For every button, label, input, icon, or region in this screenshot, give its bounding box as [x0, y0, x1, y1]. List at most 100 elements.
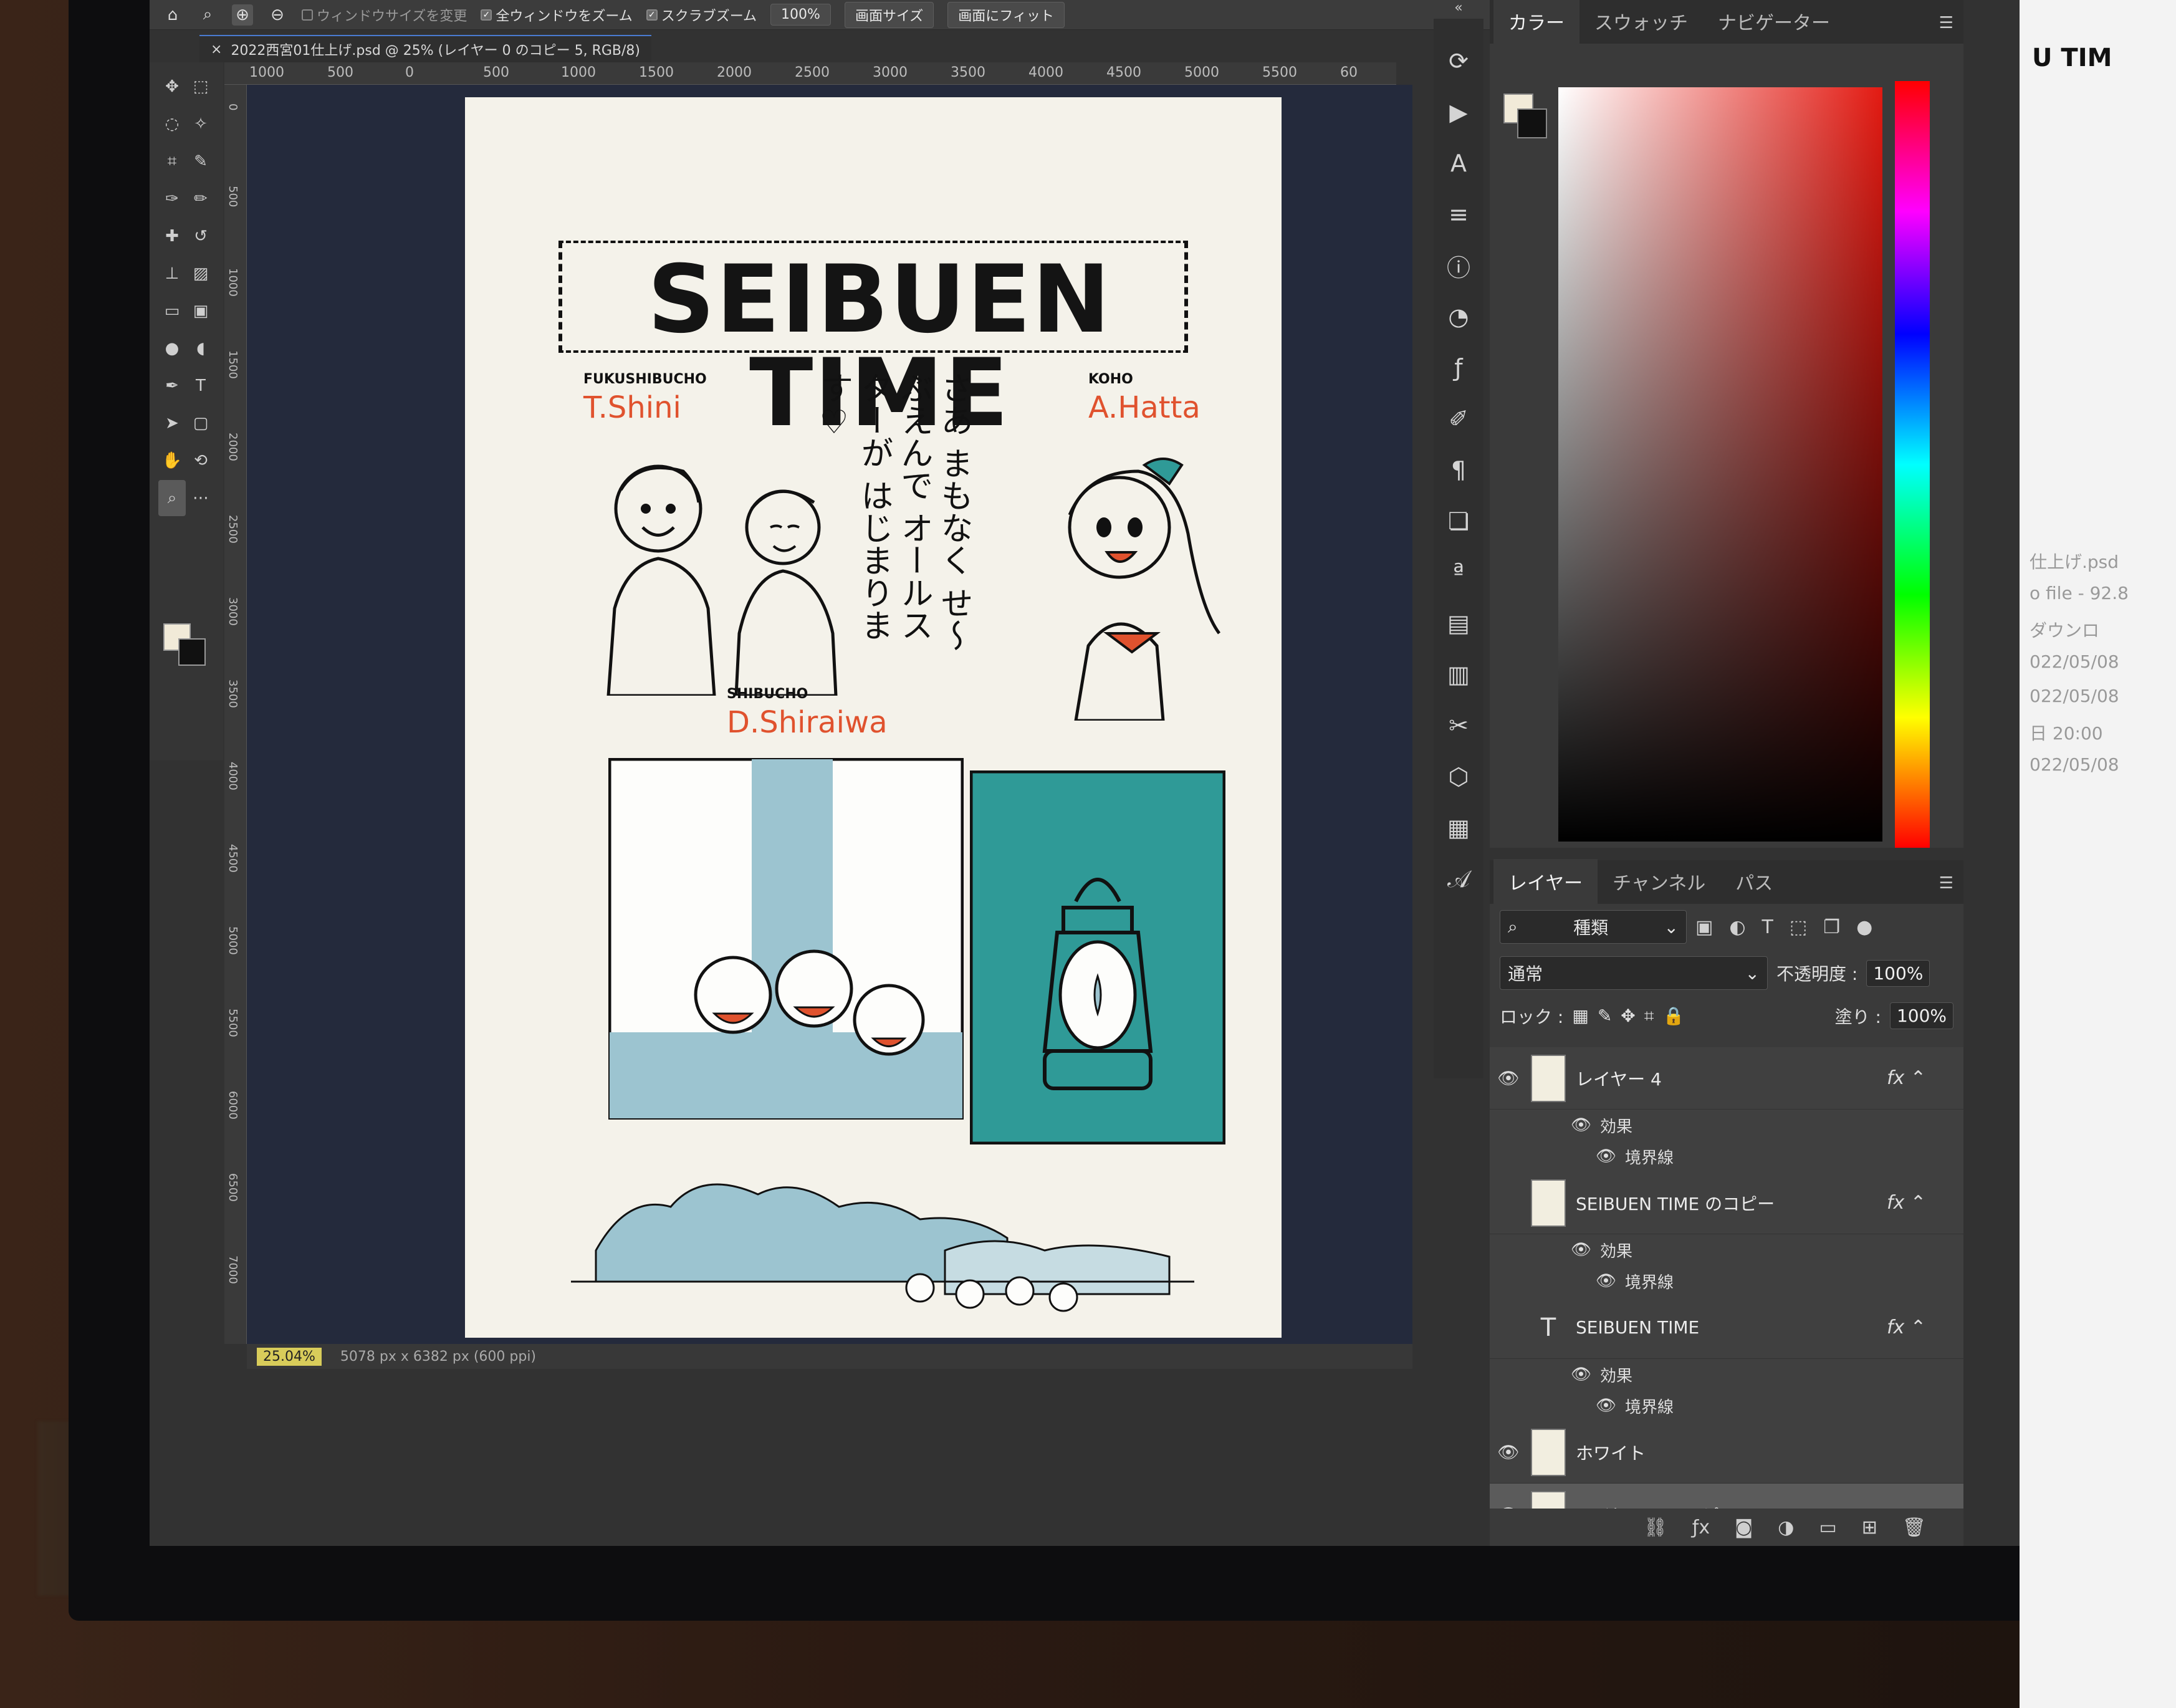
- opacity-input[interactable]: 100%: [1866, 959, 1930, 987]
- color-swatches[interactable]: [163, 623, 213, 673]
- visibility-eye-icon[interactable]: 👁: [1496, 1442, 1521, 1462]
- type-filter-icon[interactable]: T: [1762, 916, 1773, 938]
- shape-tool-icon[interactable]: ▢: [187, 405, 214, 441]
- shape-filter-icon[interactable]: ⬚: [1790, 916, 1807, 938]
- visibility-eye-icon[interactable]: 👁: [1571, 1240, 1591, 1259]
- visibility-eye-icon[interactable]: 👁: [1496, 1068, 1521, 1088]
- clone-source-icon[interactable]: ❏: [1441, 504, 1476, 539]
- layers-panel-menu-icon[interactable]: ☰: [1939, 874, 1953, 893]
- zoom-all-checkbox[interactable]: ✓ 全ウィンドウをズーム: [481, 5, 633, 25]
- dodge-tool-icon[interactable]: ◖: [187, 330, 214, 367]
- layer-row[interactable]: SEIBUEN TIME のコピー fx ⌃: [1490, 1172, 1963, 1234]
- visibility-eye-icon[interactable]: 👁: [1596, 1272, 1616, 1290]
- fill-input[interactable]: 100%: [1889, 1002, 1953, 1029]
- panel-menu-icon[interactable]: ☰: [1939, 14, 1953, 32]
- character-styles-icon[interactable]: ª: [1441, 555, 1476, 590]
- zoom-in-icon[interactable]: ⊕: [232, 4, 253, 26]
- tab-color[interactable]: カラー: [1493, 0, 1579, 44]
- blur-tool-icon[interactable]: ●: [158, 330, 186, 367]
- stamp-tool-icon[interactable]: ⊥: [158, 256, 186, 292]
- rotate-view-tool-icon[interactable]: ⟲: [187, 443, 214, 479]
- stroke-effect-row[interactable]: 👁 境界線: [1490, 1390, 1963, 1421]
- blend-mode-select[interactable]: 通常 ⌄: [1500, 956, 1768, 990]
- document-canvas[interactable]: SEIBUEN TIME FUKUSHIBUCHO T.Shini KOHO A…: [465, 97, 1282, 1338]
- adjustment-filter-icon[interactable]: ◐: [1729, 916, 1745, 938]
- background-color-swatch[interactable]: [1517, 108, 1547, 138]
- fill-tool-icon[interactable]: ▣: [187, 293, 214, 329]
- close-tab-icon[interactable]: ×: [211, 42, 222, 57]
- glyphs-icon[interactable]: 𝒜: [1441, 861, 1476, 896]
- marquee-tool-icon[interactable]: ⬚: [187, 69, 214, 105]
- pixel-filter-icon[interactable]: ▣: [1695, 916, 1713, 938]
- add-style-icon[interactable]: ƒx: [1692, 1517, 1710, 1538]
- document-tab[interactable]: × 2022西宮01仕上げ.psd @ 25% (レイヤー 0 のコピー 5, …: [199, 35, 651, 62]
- adjustments-icon[interactable]: ≡: [1441, 197, 1476, 232]
- lock-transparency-icon[interactable]: ▦: [1572, 1005, 1588, 1026]
- layer-effects-row[interactable]: 👁 効果: [1490, 1234, 1963, 1265]
- add-mask-icon[interactable]: ◙: [1735, 1517, 1753, 1538]
- layer-effects-row[interactable]: 👁 効果: [1490, 1110, 1963, 1141]
- notes-icon[interactable]: ▥: [1441, 657, 1476, 692]
- visibility-eye-icon[interactable]: 👁: [1571, 1365, 1591, 1384]
- gradient-tool-icon[interactable]: ▨: [187, 256, 214, 292]
- lock-position-icon[interactable]: ✥: [1621, 1005, 1635, 1026]
- brush-tool-icon[interactable]: ✑: [158, 181, 186, 217]
- more-tools-icon[interactable]: ⋯: [187, 480, 214, 516]
- path-select-tool-icon[interactable]: ➤: [158, 405, 186, 441]
- character-icon[interactable]: A: [1441, 146, 1476, 181]
- fit-screen-button[interactable]: 画面にフィット: [947, 1, 1065, 28]
- zoom-tool-icon[interactable]: ⌕: [158, 480, 186, 516]
- layer-effects-row[interactable]: 👁 効果: [1490, 1359, 1963, 1390]
- layer-name[interactable]: ホワイト: [1576, 1440, 1646, 1465]
- horizontal-ruler[interactable]: 1000 500 0 500 1000 1500 2000 2500 3000 3500 4000 4…: [224, 62, 1396, 85]
- color-field[interactable]: [1558, 87, 1882, 842]
- home-icon[interactable]: ⌂: [162, 4, 183, 26]
- eraser-tool-icon[interactable]: ▭: [158, 293, 186, 329]
- tool-presets-icon[interactable]: ✂: [1441, 708, 1476, 743]
- lock-all-icon[interactable]: 🔒: [1663, 1005, 1685, 1026]
- timeline-icon[interactable]: ▦: [1441, 810, 1476, 845]
- hand-tool-icon[interactable]: ✋: [158, 443, 186, 479]
- stroke-effect-row[interactable]: 👁 境界線: [1490, 1141, 1963, 1172]
- adjustment-layer-icon[interactable]: ◑: [1778, 1517, 1794, 1538]
- hue-slider[interactable]: [1895, 81, 1930, 848]
- info-icon[interactable]: ⓘ: [1441, 248, 1476, 283]
- zoom-out-icon[interactable]: ⊖: [267, 4, 288, 26]
- brush-settings-icon[interactable]: ✐: [1441, 401, 1476, 436]
- fx-icon[interactable]: fx ⌃: [1887, 1067, 1926, 1089]
- tab-layers[interactable]: レイヤー: [1493, 859, 1598, 904]
- pencil-tool-icon[interactable]: ✏: [187, 181, 214, 217]
- collapse-panels-icon[interactable]: «: [1434, 0, 1483, 16]
- lock-pixels-icon[interactable]: ✎: [1598, 1005, 1612, 1026]
- tab-paths[interactable]: パス: [1720, 859, 1788, 904]
- zoom-level[interactable]: 25.04%: [257, 1347, 322, 1366]
- tab-swatches[interactable]: スウォッチ: [1579, 0, 1703, 44]
- eyedropper-tool-icon[interactable]: ✎: [187, 143, 214, 180]
- fx-icon[interactable]: fx ⌃: [1887, 1317, 1926, 1338]
- actions-play-icon[interactable]: ▶: [1441, 95, 1476, 130]
- background-color[interactable]: [178, 638, 206, 666]
- properties-icon[interactable]: ◔: [1441, 299, 1476, 334]
- layer-row[interactable]: 👁 レイヤー 4 fx ⌃: [1490, 1047, 1963, 1110]
- crop-tool-icon[interactable]: ⌗: [158, 143, 186, 180]
- layer-name[interactable]: SEIBUEN TIME のコピー: [1576, 1191, 1775, 1216]
- stroke-effect-row[interactable]: 👁 境界線: [1490, 1265, 1963, 1297]
- history-brush-tool-icon[interactable]: ↺: [187, 218, 214, 254]
- zoom-100-button[interactable]: 100%: [770, 4, 831, 26]
- tab-navigator[interactable]: ナビゲーター: [1703, 0, 1845, 44]
- tab-channels[interactable]: チャンネル: [1598, 859, 1720, 904]
- trash-icon[interactable]: 🗑: [1902, 1517, 1926, 1538]
- canvas-area[interactable]: SEIBUEN TIME FUKUSHIBUCHO T.Shini KOHO A…: [247, 85, 1412, 1344]
- visibility-eye-icon[interactable]: 👁: [1571, 1116, 1591, 1135]
- layer-row[interactable]: T SEIBUEN TIME fx ⌃: [1490, 1297, 1963, 1359]
- layer-row[interactable]: 👁 ホワイト: [1490, 1421, 1963, 1484]
- type-tool-icon[interactable]: T: [187, 368, 214, 404]
- new-group-icon[interactable]: ▭: [1819, 1517, 1836, 1538]
- resize-windows-checkbox[interactable]: ウィンドウサイズを変更: [302, 5, 467, 25]
- pen-tool-icon[interactable]: ✒: [158, 368, 186, 404]
- layer-filter-select[interactable]: ⌕ 種類 ⌄: [1500, 910, 1687, 944]
- history-icon[interactable]: ⟳: [1441, 44, 1476, 79]
- scrubby-zoom-checkbox[interactable]: ✓ スクラブズーム: [646, 5, 757, 25]
- filter-toggle-icon[interactable]: ●: [1856, 916, 1872, 938]
- link-layers-icon[interactable]: ⛓: [1644, 1517, 1667, 1538]
